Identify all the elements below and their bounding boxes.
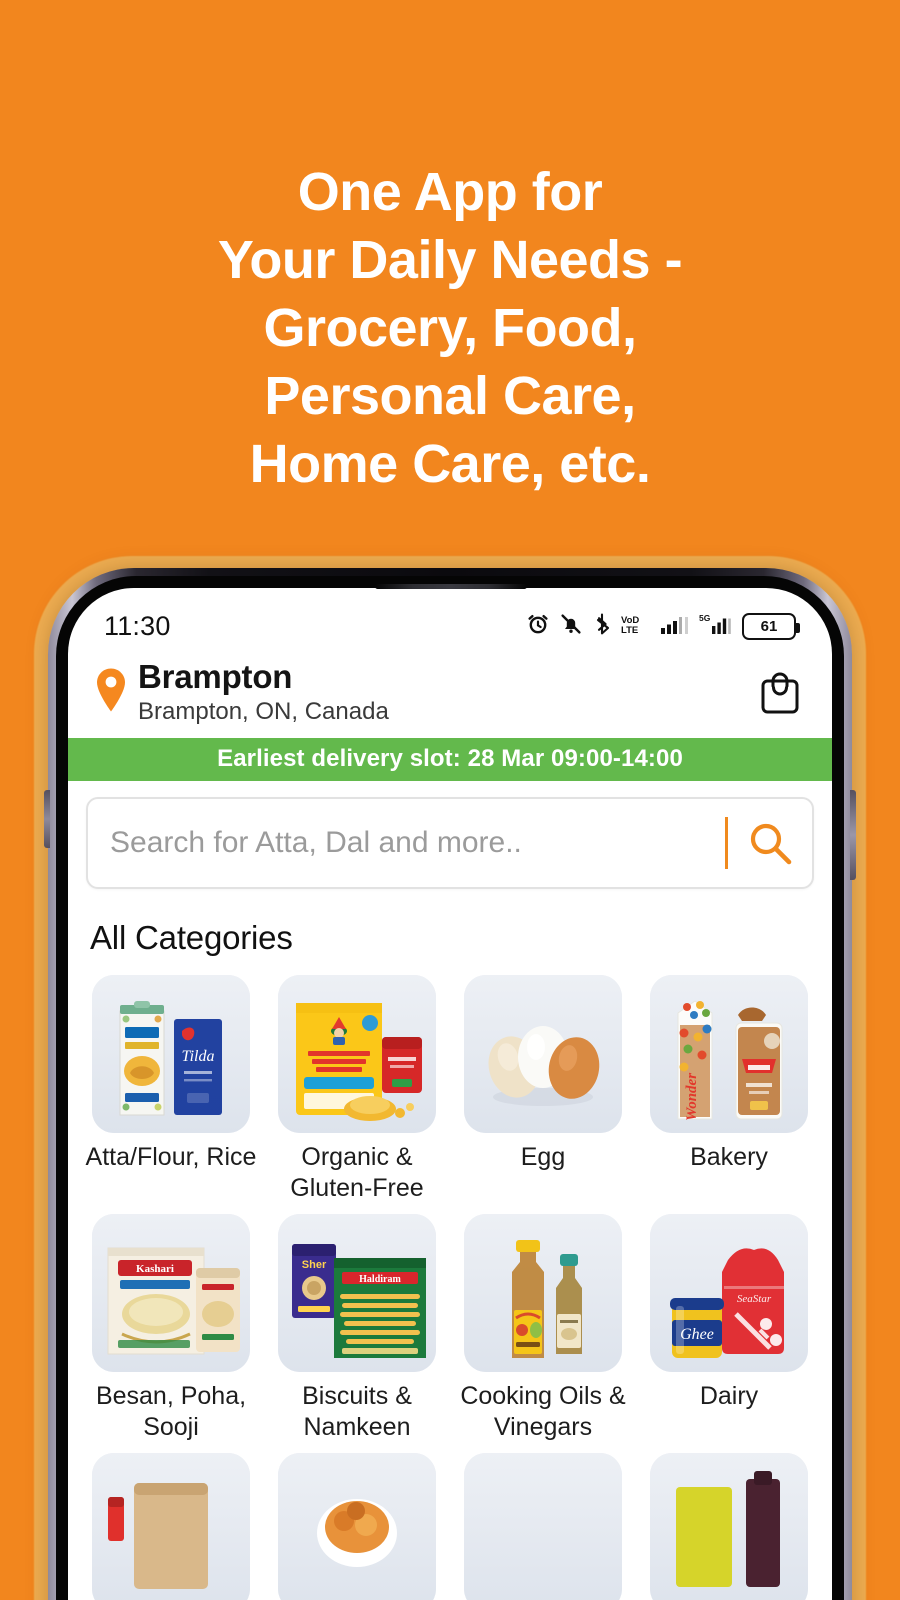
category-item-row3-3[interactable] bbox=[454, 1453, 632, 1600]
status-bar: 11:30 VoD LTE 5G 61 bbox=[68, 588, 832, 650]
flour-rice-art: Tilda bbox=[92, 975, 250, 1133]
power-button[interactable] bbox=[850, 790, 856, 880]
battery-level-text: 61 bbox=[760, 617, 778, 635]
svg-text:LTE: LTE bbox=[621, 625, 638, 636]
besan-art: Kashari bbox=[92, 1214, 250, 1372]
bell-muted-icon bbox=[559, 612, 583, 641]
svg-text:Sher: Sher bbox=[302, 1259, 327, 1271]
category-thumbnail bbox=[464, 1214, 622, 1372]
category-grid: Tilda Atta/Flour, Rice Organic & Gluten-… bbox=[68, 961, 832, 1600]
status-icons: VoD LTE 5G 61 bbox=[526, 612, 800, 641]
category-item-dairy[interactable]: SeaStar Ghee Dairy bbox=[640, 1214, 818, 1443]
svg-text:SeaStar: SeaStar bbox=[737, 1293, 772, 1305]
headline-line-4: Personal Care, bbox=[264, 366, 636, 426]
category-thumbnail: Sher Haldiram bbox=[278, 1214, 436, 1372]
bread-art: Wonder bbox=[650, 975, 808, 1133]
category-item-egg[interactable]: Egg bbox=[454, 975, 632, 1204]
svg-text:5G: 5G bbox=[699, 613, 711, 623]
category-thumbnail: SeaStar Ghee bbox=[650, 1214, 808, 1372]
promo-headline: One App for Your Daily Needs - Grocery, … bbox=[0, 158, 900, 498]
svg-text:Haldiram: Haldiram bbox=[359, 1274, 401, 1285]
headline-line-2: Your Daily Needs - bbox=[0, 226, 900, 294]
headline-line-5: Home Care, etc. bbox=[249, 434, 651, 494]
location-text: Brampton Brampton, ON, Canada bbox=[138, 658, 389, 726]
earpiece-speaker bbox=[375, 584, 527, 589]
row3-d-art bbox=[650, 1453, 808, 1600]
category-thumbnail: Tilda bbox=[92, 975, 250, 1133]
category-item-row3-1[interactable] bbox=[82, 1453, 260, 1600]
row3-a-art bbox=[92, 1453, 250, 1600]
search-button[interactable] bbox=[728, 818, 812, 868]
category-thumbnail: Kashari bbox=[92, 1214, 250, 1372]
category-thumbnail bbox=[278, 975, 436, 1133]
category-label: Biscuits & Namkeen bbox=[302, 1382, 412, 1441]
oils-art bbox=[464, 1214, 622, 1372]
category-item-biscuits-namkeen[interactable]: Sher Haldiram Biscuits & Namkeen bbox=[268, 1214, 446, 1443]
svg-text:Ghee: Ghee bbox=[680, 1326, 714, 1343]
headline-line-2-part-2: Daily Needs - bbox=[349, 230, 683, 290]
bluetooth-icon bbox=[592, 612, 612, 641]
shopping-bag-icon[interactable] bbox=[758, 669, 802, 715]
biscuits-art: Sher Haldiram bbox=[278, 1214, 436, 1372]
search-input[interactable] bbox=[88, 826, 719, 860]
category-thumbnail: Wonder bbox=[650, 975, 808, 1133]
search-bar[interactable] bbox=[86, 797, 814, 889]
headline-line-1: One App for bbox=[297, 162, 603, 222]
dairy-art: SeaStar Ghee bbox=[650, 1214, 808, 1372]
alarm-icon bbox=[526, 612, 550, 641]
status-time: 11:30 bbox=[104, 610, 171, 641]
category-item-row3-2[interactable] bbox=[268, 1453, 446, 1600]
category-thumbnail bbox=[464, 975, 622, 1133]
row3-b-art bbox=[278, 1453, 436, 1600]
category-thumbnail bbox=[278, 1453, 436, 1600]
signal-bars-icon bbox=[660, 612, 690, 641]
category-label: Egg bbox=[520, 1143, 566, 1171]
category-label: Bakery bbox=[690, 1143, 768, 1171]
category-item-organic-gluten-free[interactable]: Organic & Gluten-Free bbox=[268, 975, 446, 1204]
svg-text:Wonder: Wonder bbox=[684, 1073, 700, 1121]
headline-line-2-part-1: Your bbox=[217, 230, 350, 290]
category-label: Cooking Oils & Vinegars bbox=[460, 1382, 626, 1441]
svg-text:Kashari: Kashari bbox=[136, 1263, 174, 1275]
category-thumbnail bbox=[92, 1453, 250, 1600]
category-item-besan-poha-sooji[interactable]: Kashari Besan, Poha, Sooji bbox=[82, 1214, 260, 1443]
headline-line-3: Grocery, Food, bbox=[263, 298, 637, 358]
location-city: Brampton bbox=[138, 658, 293, 695]
category-item-atta-flour-rice[interactable]: Tilda Atta/Flour, Rice bbox=[82, 975, 260, 1204]
battery-icon: 61 bbox=[742, 612, 800, 640]
volume-button[interactable] bbox=[44, 790, 50, 848]
category-label: Besan, Poha, Sooji bbox=[95, 1382, 247, 1441]
volte-icon: VoD LTE bbox=[621, 612, 651, 641]
fivegee-signal-icon: 5G bbox=[699, 612, 733, 641]
row3-c-art bbox=[464, 1453, 622, 1600]
category-thumbnail bbox=[650, 1453, 808, 1600]
all-categories-title: All Categories bbox=[90, 919, 293, 956]
category-item-cooking-oils-vinegars[interactable]: Cooking Oils & Vinegars bbox=[454, 1214, 632, 1443]
eggs-art bbox=[464, 975, 622, 1133]
search-section bbox=[68, 781, 832, 889]
gluten-free-art bbox=[278, 975, 436, 1133]
category-label: Atta/Flour, Rice bbox=[85, 1143, 257, 1171]
location-address: Brampton, ON, Canada bbox=[138, 698, 389, 725]
phone-screen: 11:30 VoD LTE 5G 61 Brampton Brampton, O… bbox=[68, 588, 832, 1600]
category-item-row3-4[interactable] bbox=[640, 1453, 818, 1600]
delivery-slot-banner: Earliest delivery slot: 28 Mar 09:00-14:… bbox=[68, 738, 832, 781]
category-label: Dairy bbox=[699, 1382, 759, 1410]
location-header[interactable]: Brampton Brampton, ON, Canada bbox=[68, 650, 832, 738]
svg-text:Tilda: Tilda bbox=[182, 1048, 215, 1065]
location-pin-icon bbox=[94, 667, 128, 718]
category-thumbnail bbox=[464, 1453, 622, 1600]
category-item-bakery[interactable]: Wonder Bakery bbox=[640, 975, 818, 1204]
category-label: Organic & Gluten-Free bbox=[290, 1143, 424, 1202]
